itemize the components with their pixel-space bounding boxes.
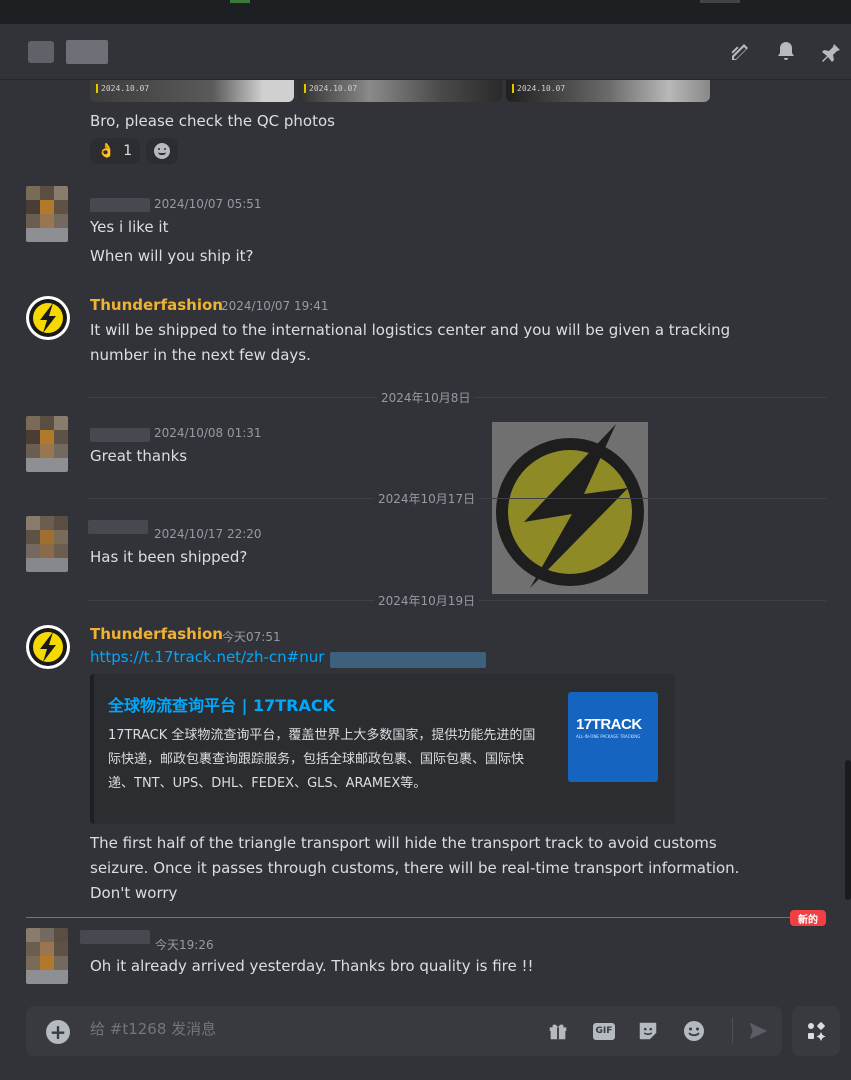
avatar-thunderfashion[interactable] [26, 296, 70, 340]
date-divider-label: 2024年10月17日 [374, 490, 480, 507]
embed-title[interactable]: 全球物流查询平台 | 17TRACK [108, 692, 335, 716]
lightning-bolt-icon [29, 299, 67, 337]
timestamp: 2024/10/08 01:31 [154, 426, 262, 440]
pin-icon[interactable] [816, 38, 844, 66]
17track-tagline: ALL-IN-ONE PACKAGE TRACKING [576, 734, 641, 739]
lightning-bolt-icon [29, 628, 67, 666]
message-composer: + GIF [26, 1006, 782, 1056]
timestamp: 今天19:26 [155, 938, 214, 952]
message-text: seizure. Once it passes through customs,… [90, 859, 740, 877]
message-text: number in the next few days. [90, 346, 311, 364]
message-text: Great thanks [90, 447, 188, 465]
tracking-link[interactable]: https://t.17track.net/zh-cn#nur [90, 648, 324, 666]
emoji-icon[interactable] [682, 1019, 706, 1043]
reaction-count: 1 [123, 143, 133, 159]
new-messages-divider [26, 917, 826, 918]
avatar-thunderfashion[interactable] [26, 625, 70, 669]
window-top-strip [0, 0, 851, 24]
composer-separator [732, 1018, 733, 1044]
embed-thumbnail[interactable]: 17TRACK ALL-IN-ONE PACKAGE TRACKING [568, 692, 658, 782]
avatar[interactable] [26, 516, 68, 572]
channel-name-redacted [66, 40, 108, 64]
date-divider-label: 2024年10月8日 [377, 389, 475, 406]
photo-date-label: 2024.10.07 [304, 84, 357, 93]
ok-hand-icon: 👌 [97, 143, 116, 159]
date-divider-label: 2024年10月19日 [374, 592, 480, 609]
author-name[interactable]: Thunderfashion [90, 625, 223, 643]
timestamp: 2024/10/07 19:41 [221, 299, 329, 313]
avatar[interactable] [26, 928, 68, 984]
bell-icon[interactable] [772, 38, 800, 66]
qc-photo-thumbnail[interactable]: 2024.10.07 [298, 80, 502, 102]
gif-icon[interactable]: GIF [592, 1019, 616, 1043]
channel-header [0, 24, 851, 80]
message-text: The first half of the triangle transport… [90, 834, 717, 852]
link-redacted [330, 652, 486, 668]
avatar[interactable] [26, 416, 68, 472]
sticker-icon[interactable] [636, 1019, 660, 1043]
message-text: When will you ship it? [90, 247, 254, 265]
message-text: Don't worry [90, 884, 178, 902]
gift-icon[interactable] [546, 1019, 570, 1043]
message-input[interactable] [90, 1020, 530, 1038]
scrollbar[interactable] [845, 760, 851, 900]
reaction-ok-hand[interactable]: 👌 1 [90, 138, 140, 164]
timestamp: 2024/10/17 22:20 [154, 527, 262, 541]
username-redacted[interactable] [88, 520, 148, 534]
photo-date-label: 2024.10.07 [512, 84, 565, 93]
message-text: Bro, please check the QC photos [90, 112, 335, 130]
qc-photo-thumbnail[interactable]: 2024.10.07 [506, 80, 710, 102]
timestamp: 2024/10/07 05:51 [154, 197, 262, 211]
qc-photo-thumbnail[interactable]: 2024.10.07 [90, 80, 294, 102]
thunderfashion-logo-image [492, 422, 648, 594]
avatar[interactable] [26, 186, 68, 242]
app-launcher-button[interactable] [792, 1006, 840, 1056]
username-redacted[interactable] [90, 198, 150, 212]
channel-icon [28, 41, 54, 63]
message-text: Has it been shipped? [90, 548, 248, 566]
timestamp: 今天07:51 [222, 630, 281, 644]
link-embed: 全球物流查询平台 | 17TRACK 17TRACK 全球物流查询平台，覆盖世界… [90, 674, 675, 824]
lightning-bolt-icon [496, 424, 644, 588]
apps-icon [808, 1022, 826, 1041]
message-text: Oh it already arrived yesterday. Thanks … [90, 957, 534, 975]
gif-label: GIF [592, 1022, 616, 1040]
username-redacted[interactable] [80, 930, 150, 944]
threads-icon[interactable] [726, 38, 754, 66]
smiley-icon [154, 143, 170, 159]
new-messages-badge: 新的 [790, 910, 826, 926]
embed-description: 17TRACK 全球物流查询平台，覆盖世界上大多数国家，提供功能先进的国际快递，… [108, 728, 536, 791]
upload-plus-button[interactable]: + [46, 1020, 70, 1044]
add-reaction-button[interactable] [146, 138, 178, 164]
username-redacted[interactable] [90, 428, 150, 442]
message-text: Yes i like it [90, 218, 169, 236]
photo-date-label: 2024.10.07 [96, 84, 149, 93]
author-name[interactable]: Thunderfashion [90, 296, 223, 314]
message-text: It will be shipped to the international … [90, 321, 731, 339]
17track-logo-text: 17TRACK [576, 716, 642, 733]
send-icon[interactable] [746, 1019, 770, 1043]
